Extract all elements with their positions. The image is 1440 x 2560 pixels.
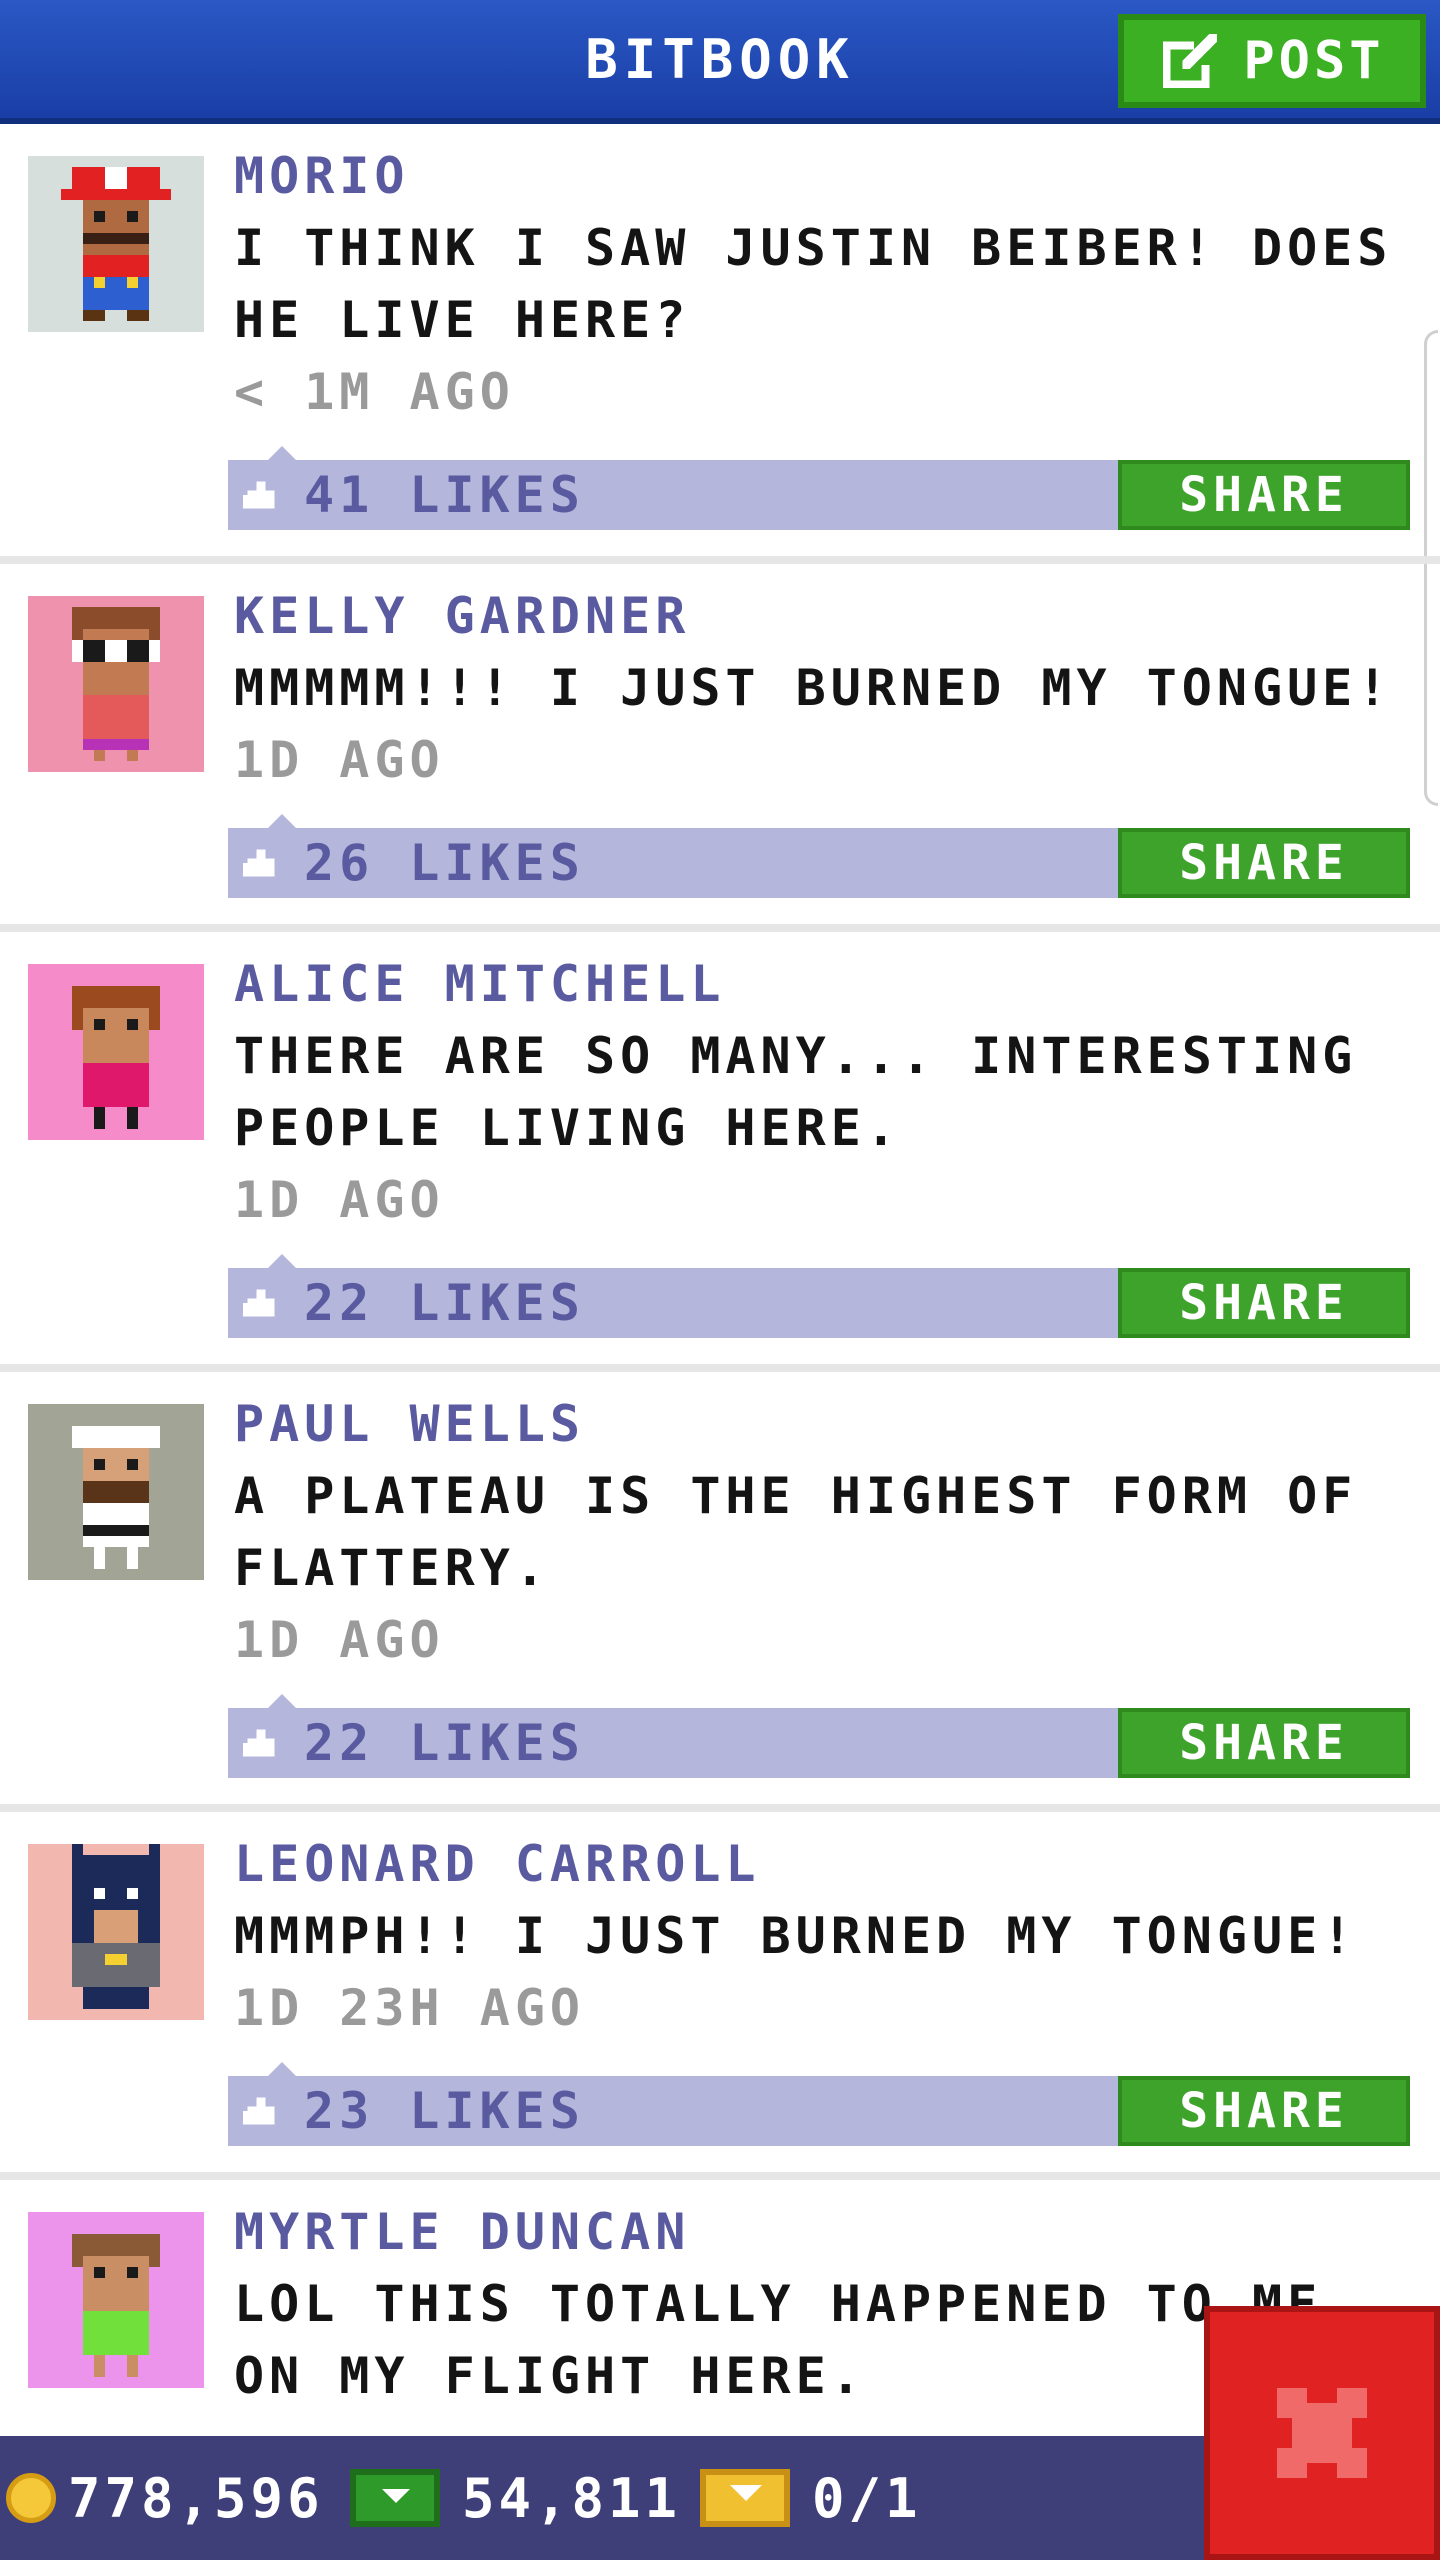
compose-icon: [1163, 33, 1218, 89]
coins-value: 778,596: [68, 2466, 324, 2530]
share-button[interactable]: SHARE: [1118, 2076, 1410, 2146]
avatar[interactable]: [28, 1844, 204, 2020]
thumbs-up-icon[interactable]: [242, 1725, 280, 1761]
header-bar: BITBOOK POST: [0, 0, 1440, 124]
likes-count: 22 LIKES: [304, 1274, 585, 1332]
avatar[interactable]: [28, 2212, 204, 2388]
post-message: MMMMM!!! I JUST BURNED MY TONGUE!: [234, 659, 1393, 717]
post-author[interactable]: MORIO: [234, 140, 1420, 212]
share-button[interactable]: SHARE: [1118, 1268, 1410, 1338]
likes-count: 26 LIKES: [304, 834, 585, 892]
share-button[interactable]: SHARE: [1118, 828, 1410, 898]
ticket-icon: [700, 2469, 790, 2527]
post-author[interactable]: LEONARD CARROLL: [234, 1828, 1420, 1900]
likes-count: 41 LIKES: [304, 466, 585, 524]
thumbs-up-icon[interactable]: [242, 477, 280, 513]
bux-stat[interactable]: 54,811: [350, 2436, 681, 2560]
close-icon: [1277, 2388, 1367, 2478]
share-button[interactable]: SHARE: [1118, 460, 1410, 530]
feed-post: KELLY GARDNER MMMMM!!! I JUST BURNED MY …: [0, 564, 1440, 932]
likes-bar: 26 LIKES SHARE: [228, 814, 1410, 898]
post-time: 1D AGO: [234, 731, 445, 789]
likes-bar: 22 LIKES SHARE: [228, 1254, 1410, 1338]
post-message: I THINK I SAW JUSTIN BEIBER! DOES HE LIV…: [234, 219, 1393, 349]
post-time: 1D 23H AGO: [234, 1979, 586, 2037]
likes-bar: 23 LIKES SHARE: [228, 2062, 1410, 2146]
post-button-label: POST: [1243, 31, 1385, 91]
feed: MORIO I THINK I SAW JUSTIN BEIBER! DOES …: [0, 124, 1440, 2480]
coin-icon: [6, 2473, 56, 2523]
thumbs-up-icon[interactable]: [242, 1285, 280, 1321]
feed-post: ALICE MITCHELL THERE ARE SO MANY... INTE…: [0, 932, 1440, 1372]
post-message: THERE ARE SO MANY... INTERESTING PEOPLE …: [234, 1027, 1358, 1157]
avatar[interactable]: [28, 964, 204, 1140]
thumbs-up-icon[interactable]: [242, 2093, 280, 2129]
tickets-value: 0/1: [812, 2466, 922, 2530]
likes-count: 22 LIKES: [304, 1714, 585, 1772]
post-message: A PLATEAU IS THE HIGHEST FORM OF FLATTER…: [234, 1467, 1358, 1597]
avatar[interactable]: [28, 596, 204, 772]
thumbs-up-icon[interactable]: [242, 845, 280, 881]
post-time: 1D AGO: [234, 1611, 445, 1669]
feed-post: PAUL WELLS A PLATEAU IS THE HIGHEST FORM…: [0, 1372, 1440, 1812]
avatar[interactable]: [28, 1404, 204, 1580]
likes-bar: 41 LIKES SHARE: [228, 446, 1410, 530]
bux-value: 54,811: [462, 2466, 682, 2530]
likes-count: 23 LIKES: [304, 2082, 585, 2140]
avatar[interactable]: [28, 156, 204, 332]
close-button[interactable]: [1204, 2306, 1440, 2560]
bitbook-screen: BITBOOK POST MORIO I THINK I SAW JUSTIN …: [0, 0, 1440, 2560]
post-time: < 1M AGO: [234, 363, 515, 421]
share-button[interactable]: SHARE: [1118, 1708, 1410, 1778]
bux-icon: [350, 2469, 440, 2527]
post-button[interactable]: POST: [1118, 14, 1426, 108]
tickets-stat[interactable]: 0/1: [700, 2436, 922, 2560]
feed-post: LEONARD CARROLL MMMPH!! I JUST BURNED MY…: [0, 1812, 1440, 2180]
post-author[interactable]: ALICE MITCHELL: [234, 948, 1420, 1020]
post-message: MMMPH!! I JUST BURNED MY TONGUE!: [234, 1907, 1358, 1965]
post-author[interactable]: MYRTLE DUNCAN: [234, 2196, 1420, 2268]
post-author[interactable]: PAUL WELLS: [234, 1388, 1420, 1460]
feed-post: MORIO I THINK I SAW JUSTIN BEIBER! DOES …: [0, 124, 1440, 564]
coins-stat: 778,596: [6, 2436, 324, 2560]
post-time: 1D AGO: [234, 1171, 445, 1229]
post-author[interactable]: KELLY GARDNER: [234, 580, 1420, 652]
likes-bar: 22 LIKES SHARE: [228, 1694, 1410, 1778]
